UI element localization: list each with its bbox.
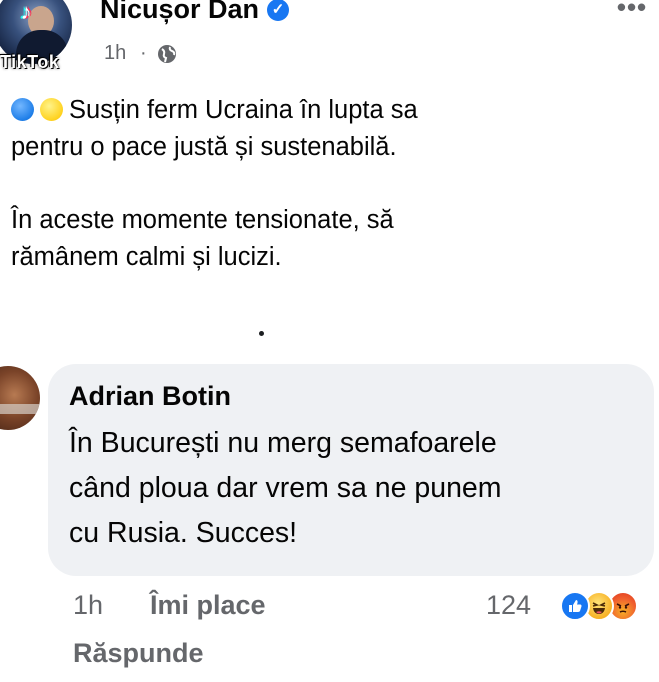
- comment-timestamp[interactable]: 1h: [73, 590, 103, 626]
- tiktok-watermark: TikTok: [0, 52, 60, 72]
- like-reaction-icon: [560, 591, 590, 621]
- yellow-circle-emoji-icon: [40, 98, 63, 121]
- reply-button[interactable]: Răspunde: [73, 638, 204, 674]
- verified-badge-icon: ✓: [267, 0, 289, 21]
- post-author-name[interactable]: Nicușor Dan: [100, 0, 259, 26]
- commenter-name[interactable]: Adrian Botin: [69, 381, 231, 415]
- comment-line1: În București nu merg semafoarele: [69, 427, 497, 459]
- comment-line2: când ploua dar vrem sa ne punem: [69, 472, 502, 504]
- reaction-count[interactable]: 124: [486, 590, 531, 626]
- comment-text: În București nu merg semafoarele când pl…: [69, 421, 649, 556]
- blue-circle-emoji-icon: [11, 98, 34, 121]
- tiktok-logo-icon: ♪: [20, 0, 32, 24]
- post-paragraph2-line2: rămânem calmi și lucizi.: [11, 243, 282, 271]
- post-paragraph2-line1: În aceste momente tensionate, să: [11, 206, 394, 234]
- commenter-avatar[interactable]: [0, 366, 40, 430]
- comment-line3: cu Rusia. Succes!: [69, 517, 298, 549]
- divider-dot: [259, 331, 264, 336]
- avatar-band: [0, 404, 40, 414]
- globe-icon: [158, 45, 176, 63]
- post-paragraph1-line2: pentru o pace justă și sustenabilă.: [11, 133, 397, 161]
- post-timestamp[interactable]: 1h: [104, 42, 126, 66]
- like-comment-button[interactable]: Îmi place: [150, 590, 266, 626]
- more-options-button[interactable]: •••: [611, 0, 653, 22]
- reaction-icons[interactable]: [560, 591, 659, 623]
- post-paragraph1-line1: Susțin ferm Ucraina în lupta sa: [69, 96, 418, 124]
- timestamp-separator: ·: [140, 42, 147, 64]
- post-text: Susțin ferm Ucraina în lupta sa pentru o…: [11, 92, 651, 276]
- post-line: Susțin ferm Ucraina în lupta sa: [11, 92, 651, 129]
